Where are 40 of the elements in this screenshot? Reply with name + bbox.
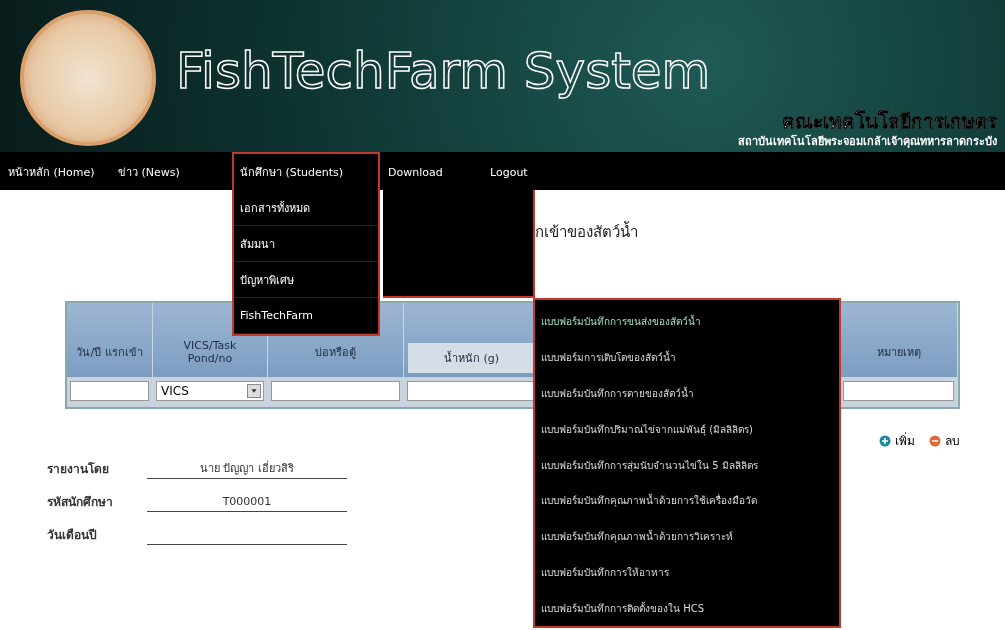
input-field[interactable] [70, 381, 149, 401]
input-field[interactable] [843, 381, 954, 401]
column-header: หมายเหตุ [876, 345, 921, 361]
nav-item[interactable]: หน้าหลัก (Home) [0, 152, 110, 190]
submenu-item[interactable]: แบบฟอร์มบันทึกคุณภาพน้ำด้วยการใช้เครื่องมือวัด [535, 482, 839, 519]
menu-item[interactable]: FishTechFarm [234, 298, 378, 334]
faculty-name: คณะเทคโนโลยีการเกษตร [782, 110, 997, 132]
input-field[interactable] [271, 381, 400, 401]
submenu-item[interactable]: แบบฟอร์มบันทึกคุณภาพน้ำด้วยการวิเคราะห์ [535, 518, 839, 555]
menu-item[interactable]: สัมมนา [234, 226, 378, 262]
delete-button[interactable]: ลบ [929, 431, 960, 450]
form-label: วันเดือนปี [47, 527, 98, 544]
add-button[interactable]: เพิ่ม [879, 431, 915, 450]
submenu-item[interactable]: แบบฟอร์มบันทึกการสุ่มนับจำนวนไข่ใน 5 มิลลิลิตร [535, 447, 839, 483]
form-label: รหัสนักศึกษา [47, 494, 114, 511]
submenu-item[interactable]: แบบฟอร์มบันทึกการตายของสัตว์น้ำ [535, 375, 839, 412]
column-header: วัน/ปี แรกเข้า [76, 345, 143, 361]
nav-item[interactable]: ข่าว (News) [110, 152, 232, 190]
select-field[interactable]: VICS [156, 381, 264, 401]
page-title: กเข้าของสัตว์น้ำ [535, 220, 639, 243]
column-subheader: น้ำหนัก (g) [408, 343, 535, 373]
column-header: บ่อหรือตู้ [315, 345, 356, 361]
submenu-item[interactable]: แบบฟอร์มบันทึกการขนส่งของสัตว์น้ำ [535, 304, 839, 340]
fill-in-line: T000001 [147, 491, 347, 512]
fill-in-line: นาย ปัญญา เอี่ยวสิริ [147, 458, 347, 479]
plus-circle-icon [879, 434, 891, 447]
submenu-item[interactable]: แบบฟอร์มบันทึกปริมาณไข่จากแม่พันธุ์ (มิลลิลิตร) [535, 411, 839, 448]
institute-name: สถาบันเทคโนโลยีพระจอมเกล้าเจ้าคุณทหารลาดกระบัง [738, 133, 997, 150]
site-title: FishTechFarm System [176, 42, 712, 100]
column-header: VICS/Task Pond/no [182, 339, 238, 365]
menu-item[interactable]: เอกสารทั้งหมด [234, 190, 378, 226]
menu-item[interactable]: ปัญหาพิเศษ [234, 262, 378, 298]
nav-item[interactable]: Logout [482, 152, 582, 190]
nav-item[interactable]: Download [380, 152, 482, 190]
submenu-item[interactable]: แบบฟอร์มบันทึกการให้อาหาร [535, 554, 839, 591]
form-label: รายงานโดย [47, 461, 110, 478]
submenu-item[interactable]: แบบฟอร์มการเติบโตของสัตว์น้ำ [535, 339, 839, 376]
submenu-item[interactable]: แบบฟอร์มบันทึกการติดตั้งของใน HCS [535, 590, 839, 627]
minus-circle-icon [929, 434, 941, 447]
input-field[interactable] [407, 381, 536, 401]
